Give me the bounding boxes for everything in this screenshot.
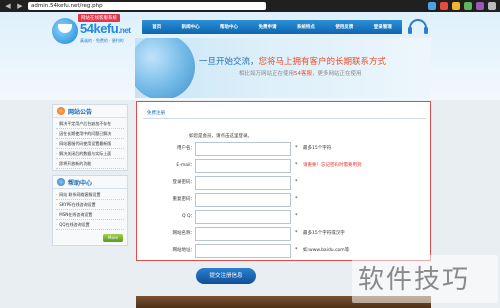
banner-subline: 相比如万网站正在使用54客服，更多网站正在使用 bbox=[239, 71, 362, 77]
field-password: 登录密码： * bbox=[137, 174, 432, 190]
headset-icon bbox=[408, 19, 428, 34]
announcement-box: 网站公告 解决平定用户后台缺加不存在 因在长期使用中的问题已解决 网站客服代码使… bbox=[52, 104, 128, 171]
extension-icon[interactable] bbox=[476, 2, 484, 10]
field-site-name: 网站名称： * 最多15个字符或汉字 bbox=[137, 225, 432, 241]
url-text: admin.54kefu.net/reg.php bbox=[31, 3, 103, 9]
announcement-icon bbox=[57, 107, 65, 115]
field-qq: Q Q： * bbox=[137, 208, 432, 224]
left-sidebar: 网站公告 解决平定用户后台缺加不存在 因在长期使用中的问题已解决 网站客服代码使… bbox=[52, 104, 128, 274]
browser-toolbar: ◀ ▶ admin.54kefu.net/reg.php bbox=[0, 0, 500, 12]
login-hint[interactable]: 如您是会员，请点击这里登录。 bbox=[189, 133, 252, 139]
extension-icon[interactable] bbox=[452, 2, 460, 10]
hero-banner: 一旦开始交流，您将马上拥有客户的长期联系方式 相比如万网站正在使用54客服，更多… bbox=[135, 38, 431, 98]
help-item[interactable]: 网站 联系网络客服设置 bbox=[56, 190, 124, 200]
site-name-input[interactable] bbox=[195, 227, 291, 241]
site-header: 网站在线客服系统 54kefu.net 真诚的 · 免费的 · 便利的 首页 新… bbox=[0, 12, 500, 100]
field-repeat-password: 重复密码： * bbox=[137, 191, 432, 207]
username-input[interactable] bbox=[195, 142, 291, 156]
nav-login[interactable]: 登录管理 bbox=[374, 24, 392, 30]
announcement-item[interactable]: 即将开放新的功能 bbox=[56, 159, 124, 169]
field-email: E-mail： * 请重要！忘记密码时需要用到 bbox=[137, 157, 432, 173]
repeat-password-input[interactable] bbox=[195, 193, 291, 207]
registration-form: 免费注册 如您是会员，请点击这里登录。 用户名： * 最多15个字符 E-mai… bbox=[136, 101, 431, 261]
globe-icon bbox=[135, 38, 195, 98]
logo-brand: 54kefu.net bbox=[80, 21, 131, 36]
address-bar[interactable]: admin.54kefu.net/reg.php bbox=[28, 2, 266, 10]
tab-free-register[interactable]: 免费注册 bbox=[147, 110, 165, 116]
back-arrow-icon[interactable]: ◀ bbox=[4, 2, 12, 10]
field-username: 用户名： * 最多15个字符 bbox=[137, 140, 432, 156]
banner-headline: 一旦开始交流，您将马上拥有客户的长期联系方式 bbox=[199, 57, 387, 67]
submit-registration-button[interactable]: 提交注册信息 bbox=[196, 268, 256, 284]
help-item[interactable]: MSN在线咨询设置 bbox=[56, 210, 124, 220]
announcement-item[interactable]: 网站客服代码使用设置最新版 bbox=[56, 139, 124, 149]
more-button[interactable]: More bbox=[103, 234, 123, 242]
nav-apply[interactable]: 免费申请 bbox=[258, 24, 276, 30]
help-title: 帮助中心 bbox=[68, 179, 93, 187]
watermark-text: 软件技巧 bbox=[358, 265, 471, 295]
email-input[interactable] bbox=[195, 159, 291, 173]
announcement-item[interactable]: 因在长期使用中的问题已解决 bbox=[56, 129, 124, 139]
help-item[interactable]: QQ在线咨询设置 bbox=[56, 220, 124, 230]
site-url-input[interactable] bbox=[195, 244, 291, 258]
password-input[interactable] bbox=[195, 176, 291, 190]
qq-input[interactable] bbox=[195, 210, 291, 224]
nav-home[interactable]: 首页 bbox=[152, 24, 161, 30]
nav-feedback[interactable]: 使用反馈 bbox=[335, 24, 353, 30]
help-box: 帮助中心 网站 联系网络客服设置 SKYPE在线咨询设置 MSN在线咨询设置 Q… bbox=[52, 175, 128, 246]
nav-news[interactable]: 新闻中心 bbox=[182, 24, 200, 30]
announcement-title: 网站公告 bbox=[68, 108, 93, 116]
announcement-item[interactable]: 解决平定用户后台缺加不存在 bbox=[56, 119, 124, 129]
site-logo[interactable]: 网站在线客服系统 54kefu.net 真诚的 · 免费的 · 便利的 bbox=[52, 14, 132, 48]
nav-features[interactable]: 系统特点 bbox=[297, 24, 315, 30]
top-navigation: 首页 新闻中心 帮助中心 免费申请 系统特点 使用反馈 登录管理 bbox=[142, 20, 402, 34]
help-item[interactable]: SKYPE在线咨询设置 bbox=[56, 200, 124, 210]
nav-help[interactable]: 帮助中心 bbox=[220, 24, 238, 30]
forward-arrow-icon[interactable]: ▶ bbox=[16, 2, 24, 10]
extension-icon[interactable] bbox=[440, 2, 448, 10]
extension-icon[interactable] bbox=[428, 2, 436, 10]
help-icon bbox=[57, 178, 65, 186]
logo-slogan: 真诚的 · 免费的 · 便利的 bbox=[80, 38, 124, 43]
menu-icon[interactable] bbox=[488, 2, 496, 10]
announcement-item[interactable]: 解决关闭后的数据与实际上面 bbox=[56, 149, 124, 159]
extension-icon[interactable] bbox=[464, 2, 472, 10]
